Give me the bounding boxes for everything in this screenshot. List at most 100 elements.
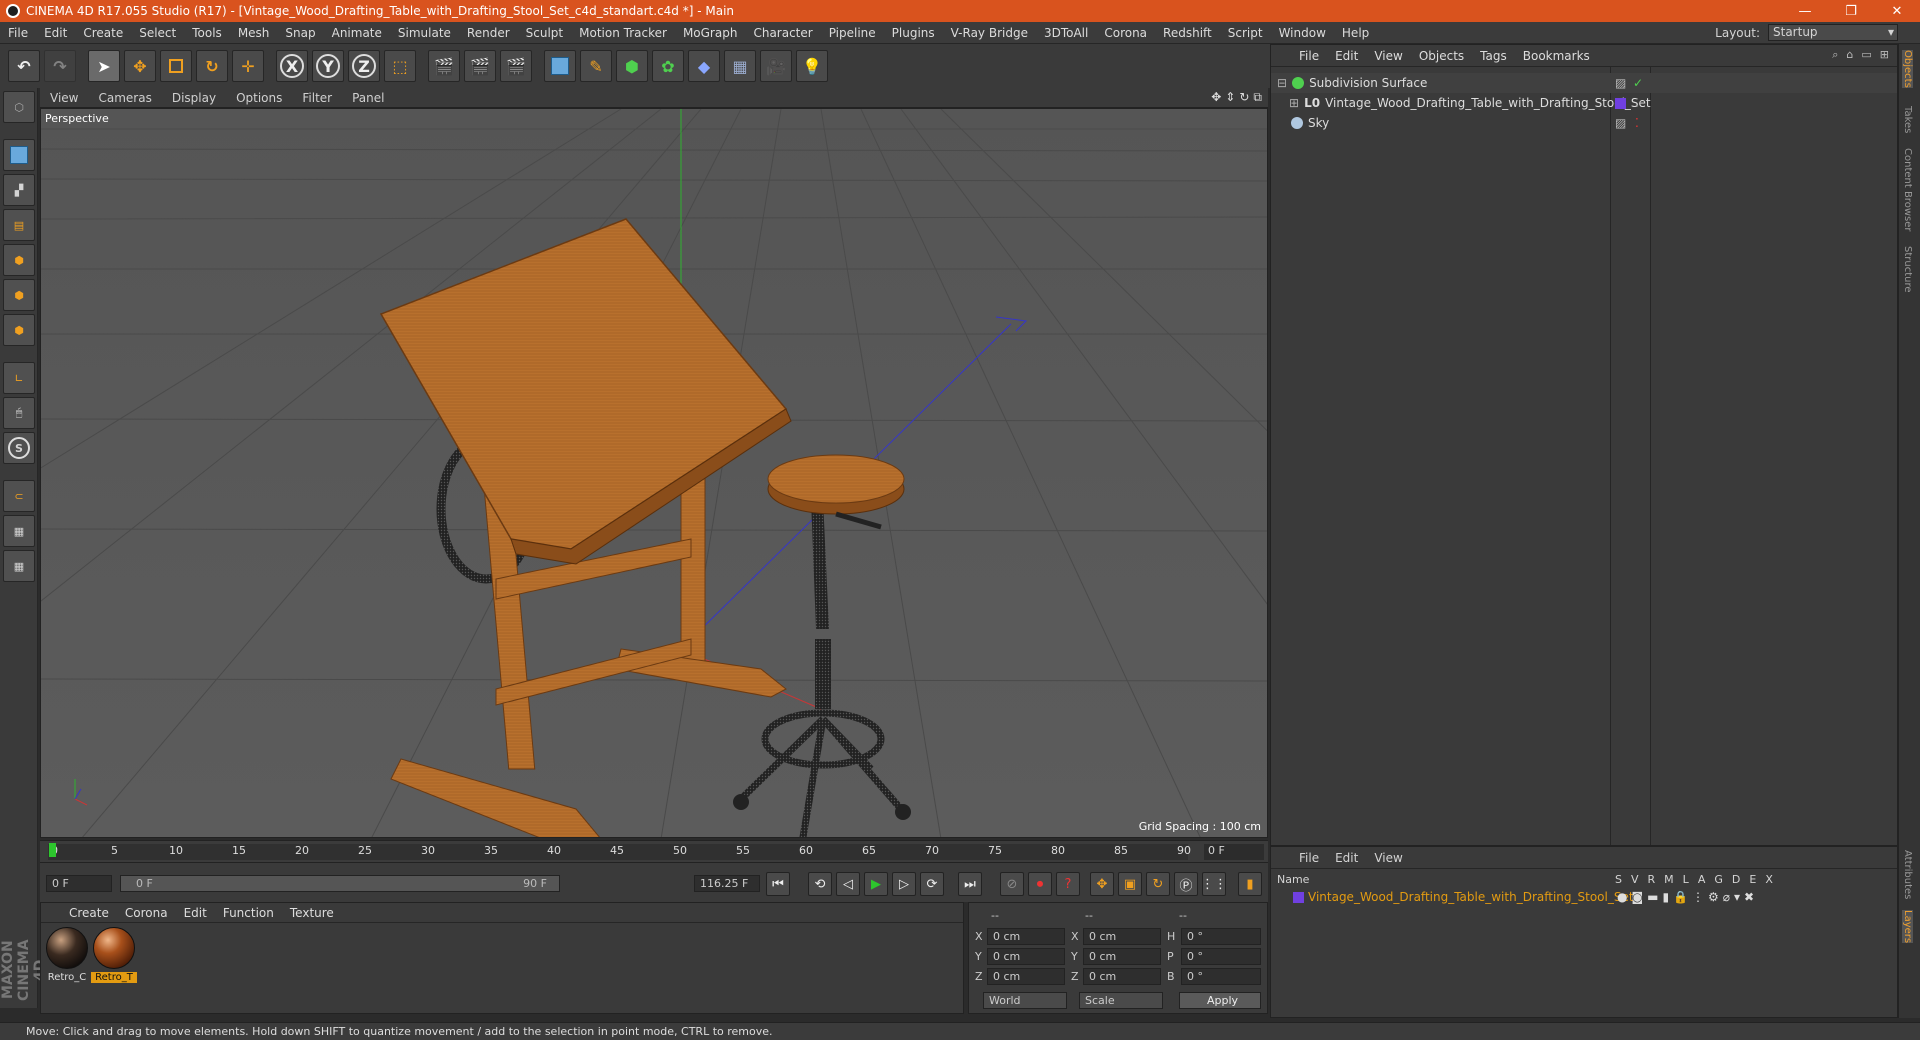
- material-menu-edit[interactable]: Edit: [176, 906, 215, 920]
- viewport-menu-filter[interactable]: Filter: [292, 91, 342, 105]
- render-view-button[interactable]: 🎬: [428, 50, 460, 82]
- polygons-mode-button[interactable]: ⬢: [3, 314, 35, 346]
- rotation-h-field[interactable]: 0 °: [1181, 928, 1261, 945]
- new-view-icon[interactable]: ▭: [1861, 48, 1871, 62]
- next-frame-button[interactable]: ▷: [892, 872, 916, 896]
- menu-vray-bridge[interactable]: V-Ray Bridge: [943, 26, 1036, 40]
- layer-menu-file[interactable]: File: [1291, 851, 1327, 865]
- position-y-field[interactable]: 0 cm: [987, 948, 1065, 965]
- material-menu-create[interactable]: Create: [61, 906, 117, 920]
- apply-button[interactable]: Apply: [1179, 992, 1261, 1009]
- tab-content-browser[interactable]: Content Browser: [1902, 148, 1913, 231]
- viewport-menu-options[interactable]: Options: [226, 91, 292, 105]
- menu-character[interactable]: Character: [745, 26, 820, 40]
- preview-range-slider[interactable]: 0 F 90 F: [120, 875, 560, 892]
- rotate-tool-button[interactable]: ↻: [196, 50, 228, 82]
- add-deformer-button[interactable]: ◆: [688, 50, 720, 82]
- add-scene-button[interactable]: ▦: [724, 50, 756, 82]
- menu-edit[interactable]: Edit: [36, 26, 75, 40]
- menu-plugins[interactable]: Plugins: [884, 26, 943, 40]
- perspective-viewport[interactable]: Perspective Grid Spacing : 100 cm: [40, 108, 1268, 838]
- x-axis-button[interactable]: X: [276, 50, 308, 82]
- tab-takes[interactable]: Takes: [1902, 106, 1913, 133]
- key-scale-button[interactable]: ▣: [1118, 872, 1142, 896]
- undo-button[interactable]: ↶: [8, 50, 40, 82]
- material-swatch[interactable]: Retro_C: [44, 927, 90, 983]
- menu-pipeline[interactable]: Pipeline: [821, 26, 884, 40]
- material-menu-function[interactable]: Function: [215, 906, 282, 920]
- object-row[interactable]: ⊞ L0 Vintage_Wood_Drafting_Table_with_Dr…: [1271, 93, 1897, 113]
- timeline-ruler[interactable]: 0 5 10 15 20 25 30 35 40 45 50 55 60 65 …: [48, 844, 1191, 860]
- object-menu-bookmarks[interactable]: Bookmarks: [1515, 49, 1598, 63]
- go-to-start-button[interactable]: ⏮: [766, 872, 790, 896]
- coordinate-space-dropdown[interactable]: World: [983, 992, 1067, 1009]
- search-icon[interactable]: ⌕: [1832, 48, 1838, 62]
- menu-simulate[interactable]: Simulate: [390, 26, 459, 40]
- menu-file[interactable]: File: [0, 26, 36, 40]
- maximize-view-icon[interactable]: ⧉: [1253, 90, 1262, 105]
- snap-button[interactable]: ⊂: [3, 480, 35, 512]
- edges-mode-button[interactable]: ⬢: [3, 279, 35, 311]
- object-menu-edit[interactable]: Edit: [1327, 49, 1366, 63]
- move-tool-button[interactable]: ✥: [124, 50, 156, 82]
- viewport-menu-cameras[interactable]: Cameras: [88, 91, 161, 105]
- texture-mode-button[interactable]: ▞: [3, 174, 35, 206]
- close-button[interactable]: ✕: [1874, 0, 1920, 22]
- key-position-button[interactable]: ✥: [1090, 872, 1114, 896]
- coordinate-system-button[interactable]: ⬚: [384, 50, 416, 82]
- key-rotation-button[interactable]: ↻: [1146, 872, 1170, 896]
- tab-objects[interactable]: Objects: [1902, 50, 1913, 88]
- lock-icon[interactable]: ⊞: [1880, 48, 1889, 62]
- render-settings-button[interactable]: 🎬: [500, 50, 532, 82]
- menu-corona[interactable]: Corona: [1096, 26, 1155, 40]
- workplane-lock-button[interactable]: ▦: [3, 515, 35, 547]
- solo-button[interactable]: S: [3, 432, 35, 464]
- layer-toggles-icon[interactable]: ●◙▬▮🔒⋮⚙⌀▾✖: [1617, 890, 1758, 904]
- current-frame-field[interactable]: 0 F: [46, 875, 112, 892]
- visibility-dots-icon[interactable]: ⁚: [1635, 96, 1639, 110]
- size-y-field[interactable]: 0 cm: [1083, 948, 1161, 965]
- workplane-mode-button[interactable]: ▤: [3, 209, 35, 241]
- menu-tools[interactable]: Tools: [184, 26, 230, 40]
- scale-tool-button[interactable]: [160, 50, 192, 82]
- object-menu-tags[interactable]: Tags: [1472, 49, 1515, 63]
- model-mode-button[interactable]: [3, 139, 35, 171]
- menu-motion-tracker[interactable]: Motion Tracker: [571, 26, 675, 40]
- end-frame-field[interactable]: 0 F: [1204, 844, 1264, 860]
- viewport-menu-display[interactable]: Display: [162, 91, 226, 105]
- viewport-menu-view[interactable]: View: [40, 91, 88, 105]
- add-mograph-button[interactable]: ✿: [652, 50, 684, 82]
- expand-icon[interactable]: ⊞: [1289, 96, 1299, 110]
- autokeying-button[interactable]: ?: [1056, 872, 1080, 896]
- pan-view-icon[interactable]: ✥: [1211, 90, 1221, 105]
- menu-snap[interactable]: Snap: [277, 26, 323, 40]
- redo-button[interactable]: ↷: [44, 50, 76, 82]
- edit-visibility-icon[interactable]: ▨: [1615, 116, 1626, 130]
- z-axis-button[interactable]: Z: [348, 50, 380, 82]
- render-picture-viewer-button[interactable]: 🎬: [464, 50, 496, 82]
- timeline[interactable]: 0 5 10 15 20 25 30 35 40 45 50 55 60 65 …: [40, 840, 1268, 862]
- size-z-field[interactable]: 0 cm: [1083, 968, 1161, 985]
- layout-dropdown[interactable]: Startup: [1768, 24, 1898, 41]
- restore-button[interactable]: ❐: [1828, 0, 1874, 22]
- menu-redshift[interactable]: Redshift: [1155, 26, 1220, 40]
- minimize-button[interactable]: —: [1782, 0, 1828, 22]
- tab-layers[interactable]: Layers: [1902, 910, 1913, 944]
- points-mode-button[interactable]: ⬢: [3, 244, 35, 276]
- max-frame-field[interactable]: 116.25 F: [694, 875, 760, 892]
- key-parameter-button[interactable]: Ⓟ: [1174, 872, 1198, 896]
- tab-structure[interactable]: Structure: [1902, 246, 1913, 293]
- layer-menu-view[interactable]: View: [1366, 851, 1410, 865]
- rotation-p-field[interactable]: 0 °: [1181, 948, 1261, 965]
- menu-help[interactable]: Help: [1334, 26, 1377, 40]
- y-axis-button[interactable]: Y: [312, 50, 344, 82]
- key-pla-button[interactable]: ⋮⋮: [1201, 872, 1227, 896]
- visibility-dots-icon[interactable]: ⁚: [1635, 116, 1639, 130]
- add-cube-button[interactable]: [544, 50, 576, 82]
- menu-select[interactable]: Select: [131, 26, 184, 40]
- home-icon[interactable]: ⌂: [1846, 48, 1853, 62]
- transform-tool-button[interactable]: ✛: [232, 50, 264, 82]
- layer-row[interactable]: Vintage_Wood_Drafting_Table_with_Draftin…: [1271, 887, 1897, 907]
- enabled-check-icon[interactable]: ✓: [1633, 76, 1643, 90]
- object-row[interactable]: Sky ▨ ⁚: [1271, 113, 1897, 133]
